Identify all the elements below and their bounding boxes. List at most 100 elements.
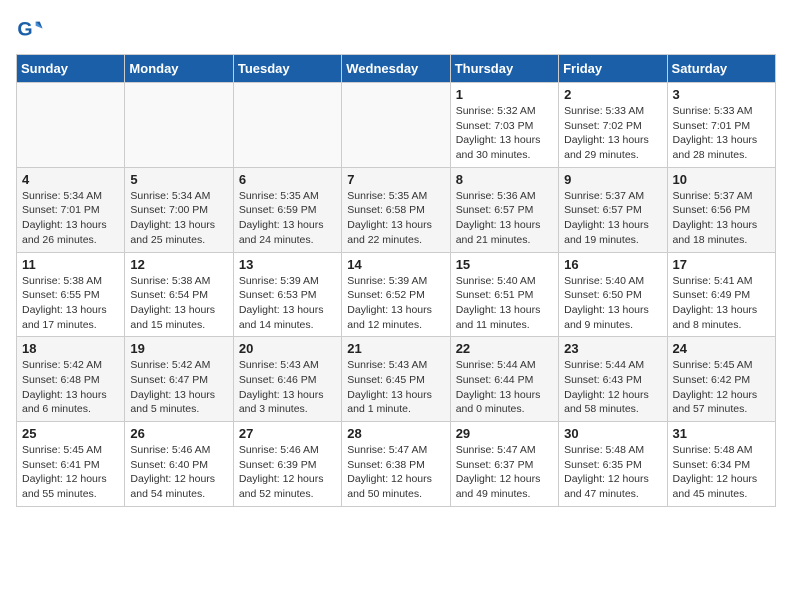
day-info: Sunrise: 5:38 AMSunset: 6:55 PMDaylight:… [22,274,119,333]
calendar-cell [342,83,450,168]
day-number: 21 [347,341,444,356]
day-number: 31 [673,426,770,441]
calendar-cell: 5Sunrise: 5:34 AMSunset: 7:00 PMDaylight… [125,167,233,252]
day-number: 12 [130,257,227,272]
day-number: 25 [22,426,119,441]
calendar-cell: 18 Sunrise: 5:42 AMSunset: 6:48 PMDayligh… [17,337,125,422]
calendar-cell: 14 Sunrise: 5:39 AMSunset: 6:52 PMDayligh… [342,252,450,337]
calendar-week-0: 1 Sunrise: 5:32 AMSunset: 7:03 PMDaylight… [17,83,776,168]
calendar-cell: 19 Sunrise: 5:42 AMSunset: 6:47 PMDayligh… [125,337,233,422]
day-number: 19 [130,341,227,356]
day-info: Sunrise: 5:40 AMSunset: 6:50 PMDaylight:… [564,274,661,333]
day-info: Sunrise: 5:45 AMSunset: 6:42 PMDaylight:… [673,358,770,417]
calendar-cell: 2 Sunrise: 5:33 AMSunset: 7:02 PMDaylight… [559,83,667,168]
page-header: G [16,16,776,44]
day-number: 3 [673,87,770,102]
calendar-cell [17,83,125,168]
calendar-cell: 6Sunrise: 5:35 AMSunset: 6:59 PMDaylight… [233,167,341,252]
calendar-cell: 15 Sunrise: 5:40 AMSunset: 6:51 PMDayligh… [450,252,558,337]
day-number: 20 [239,341,336,356]
day-info: Sunrise: 5:46 AMSunset: 6:39 PMDaylight:… [239,443,336,502]
calendar-cell: 31 Sunrise: 5:48 AMSunset: 6:34 PMDayligh… [667,422,775,507]
day-info: Sunrise: 5:43 AMSunset: 6:46 PMDaylight:… [239,358,336,417]
svg-text:G: G [17,19,32,41]
calendar-cell: 28Sunrise: 5:47 AMSunset: 6:38 PMDayligh… [342,422,450,507]
day-info: Sunrise: 5:41 AMSunset: 6:49 PMDaylight:… [673,274,770,333]
day-info: Sunrise: 5:47 AMSunset: 6:37 PMDaylight:… [456,443,553,502]
day-info: Sunrise: 5:42 AMSunset: 6:47 PMDaylight:… [130,358,227,417]
calendar-cell: 11 Sunrise: 5:38 AMSunset: 6:55 PMDayligh… [17,252,125,337]
calendar-cell: 10Sunrise: 5:37 AMSunset: 6:56 PMDayligh… [667,167,775,252]
day-number: 17 [673,257,770,272]
day-info: Sunrise: 5:33 AMSunset: 7:01 PMDaylight:… [673,104,770,163]
day-number: 15 [456,257,553,272]
day-info: Sunrise: 5:42 AMSunset: 6:48 PMDaylight:… [22,358,119,417]
day-number: 18 [22,341,119,356]
day-number: 11 [22,257,119,272]
day-info: Sunrise: 5:33 AMSunset: 7:02 PMDaylight:… [564,104,661,163]
day-info: Sunrise: 5:40 AMSunset: 6:51 PMDaylight:… [456,274,553,333]
day-number: 2 [564,87,661,102]
calendar-cell: 20 Sunrise: 5:43 AMSunset: 6:46 PMDayligh… [233,337,341,422]
day-info: Sunrise: 5:36 AMSunset: 6:57 PMDaylight:… [456,189,553,248]
calendar-cell: 12 Sunrise: 5:38 AMSunset: 6:54 PMDayligh… [125,252,233,337]
header-monday: Monday [125,55,233,83]
day-info: Sunrise: 5:39 AMSunset: 6:53 PMDaylight:… [239,274,336,333]
day-info: Sunrise: 5:34 AMSunset: 7:00 PMDaylight:… [130,189,227,248]
day-number: 30 [564,426,661,441]
day-number: 23 [564,341,661,356]
calendar-cell: 29 Sunrise: 5:47 AMSunset: 6:37 PMDayligh… [450,422,558,507]
day-number: 4 [22,172,119,187]
day-info: Sunrise: 5:32 AMSunset: 7:03 PMDaylight:… [456,104,553,163]
day-number: 13 [239,257,336,272]
day-number: 14 [347,257,444,272]
calendar-header-row: SundayMondayTuesdayWednesdayThursdayFrid… [17,55,776,83]
calendar-cell: 25 Sunrise: 5:45 AMSunset: 6:41 PMDayligh… [17,422,125,507]
day-info: Sunrise: 5:35 AMSunset: 6:58 PMDaylight:… [347,189,444,248]
calendar-cell: 23 Sunrise: 5:44 AMSunset: 6:43 PMDayligh… [559,337,667,422]
calendar-cell: 21 Sunrise: 5:43 AMSunset: 6:45 PMDayligh… [342,337,450,422]
calendar-cell: 3 Sunrise: 5:33 AMSunset: 7:01 PMDaylight… [667,83,775,168]
calendar-cell: 7 Sunrise: 5:35 AMSunset: 6:58 PMDaylight… [342,167,450,252]
calendar-cell: 4Sunrise: 5:34 AMSunset: 7:01 PMDaylight… [17,167,125,252]
calendar-cell: 24Sunrise: 5:45 AMSunset: 6:42 PMDayligh… [667,337,775,422]
day-info: Sunrise: 5:43 AMSunset: 6:45 PMDaylight:… [347,358,444,417]
day-number: 1 [456,87,553,102]
day-number: 6 [239,172,336,187]
calendar-cell: 13 Sunrise: 5:39 AMSunset: 6:53 PMDayligh… [233,252,341,337]
day-number: 8 [456,172,553,187]
day-number: 26 [130,426,227,441]
day-info: Sunrise: 5:48 AMSunset: 6:34 PMDaylight:… [673,443,770,502]
calendar-cell: 22Sunrise: 5:44 AMSunset: 6:44 PMDayligh… [450,337,558,422]
calendar-cell: 26Sunrise: 5:46 AMSunset: 6:40 PMDayligh… [125,422,233,507]
header-saturday: Saturday [667,55,775,83]
calendar-week-3: 18 Sunrise: 5:42 AMSunset: 6:48 PMDayligh… [17,337,776,422]
day-number: 16 [564,257,661,272]
calendar-cell: 8 Sunrise: 5:36 AMSunset: 6:57 PMDaylight… [450,167,558,252]
day-number: 27 [239,426,336,441]
header-thursday: Thursday [450,55,558,83]
calendar-week-1: 4Sunrise: 5:34 AMSunset: 7:01 PMDaylight… [17,167,776,252]
day-info: Sunrise: 5:39 AMSunset: 6:52 PMDaylight:… [347,274,444,333]
header-tuesday: Tuesday [233,55,341,83]
day-number: 9 [564,172,661,187]
day-number: 29 [456,426,553,441]
day-info: Sunrise: 5:38 AMSunset: 6:54 PMDaylight:… [130,274,227,333]
day-info: Sunrise: 5:48 AMSunset: 6:35 PMDaylight:… [564,443,661,502]
calendar-cell: 17 Sunrise: 5:41 AMSunset: 6:49 PMDayligh… [667,252,775,337]
header-sunday: Sunday [17,55,125,83]
calendar-week-4: 25 Sunrise: 5:45 AMSunset: 6:41 PMDayligh… [17,422,776,507]
day-info: Sunrise: 5:47 AMSunset: 6:38 PMDaylight:… [347,443,444,502]
calendar-cell: 27 Sunrise: 5:46 AMSunset: 6:39 PMDayligh… [233,422,341,507]
logo-icon: G [16,16,44,44]
day-info: Sunrise: 5:45 AMSunset: 6:41 PMDaylight:… [22,443,119,502]
logo: G [16,16,48,44]
day-number: 7 [347,172,444,187]
day-info: Sunrise: 5:44 AMSunset: 6:43 PMDaylight:… [564,358,661,417]
calendar-table: SundayMondayTuesdayWednesdayThursdayFrid… [16,54,776,507]
calendar-cell: 30 Sunrise: 5:48 AMSunset: 6:35 PMDayligh… [559,422,667,507]
day-info: Sunrise: 5:37 AMSunset: 6:56 PMDaylight:… [673,189,770,248]
calendar-week-2: 11 Sunrise: 5:38 AMSunset: 6:55 PMDayligh… [17,252,776,337]
calendar-cell [233,83,341,168]
header-wednesday: Wednesday [342,55,450,83]
